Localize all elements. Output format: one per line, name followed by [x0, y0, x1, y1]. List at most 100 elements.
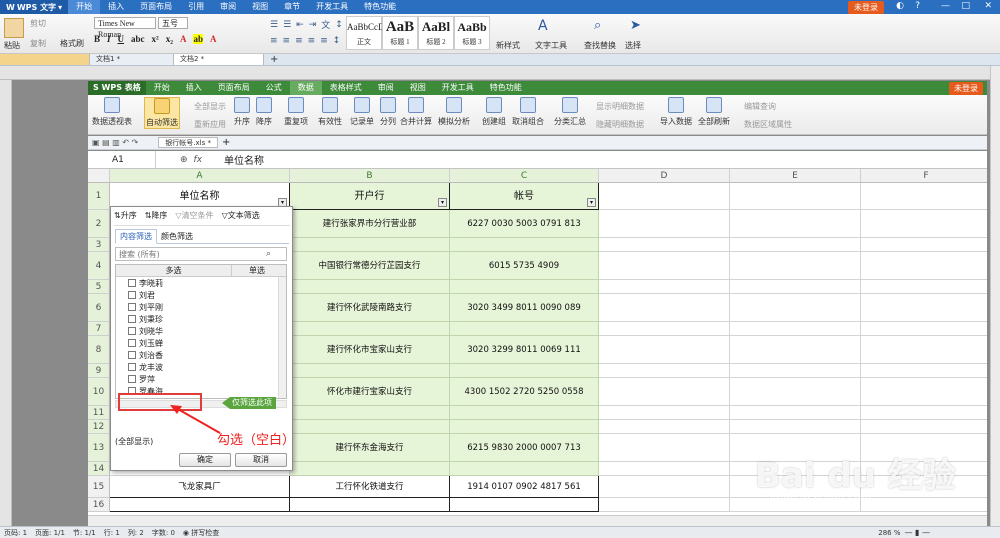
new-style-button[interactable]: 新样式	[496, 40, 520, 51]
column-header-b[interactable]: B	[290, 169, 450, 183]
show-all-option[interactable]: (全部显示)	[115, 436, 153, 447]
et-menu-table-style[interactable]: 表格样式	[322, 81, 370, 95]
et-app-menu[interactable]: S WPS 表格	[88, 81, 146, 95]
format-painter-button[interactable]: 格式刷	[60, 38, 84, 49]
row-header[interactable]: 14	[88, 462, 110, 476]
row-header[interactable]: 15	[88, 476, 110, 498]
cell-empty[interactable]	[861, 183, 987, 210]
cell-empty[interactable]	[599, 280, 730, 294]
et-menu-view[interactable]: 视图	[402, 81, 434, 95]
writer-menu-developer[interactable]: 开发工具	[308, 0, 356, 14]
list-scrollbar[interactable]	[278, 277, 286, 398]
filter-cancel-button[interactable]: 取消	[235, 453, 287, 467]
cell-empty[interactable]	[861, 498, 987, 512]
cell-b7[interactable]	[290, 322, 450, 336]
et-menu-insert[interactable]: 插入	[178, 81, 210, 95]
cell-a16[interactable]	[110, 498, 290, 512]
cell-empty[interactable]	[599, 322, 730, 336]
font-color-icon[interactable]: A	[180, 34, 187, 44]
cell-empty[interactable]	[599, 364, 730, 378]
reapply-button[interactable]: 重新应用	[194, 119, 226, 130]
indent-increase-icon[interactable]: ⇥	[309, 20, 317, 30]
style-heading-2[interactable]: AaBl 标题 2	[418, 16, 454, 50]
cell-empty[interactable]	[861, 364, 987, 378]
cell-empty[interactable]	[730, 183, 861, 210]
et-menu-features[interactable]: 特色功能	[482, 81, 530, 95]
vertical-scrollbar[interactable]	[990, 66, 1000, 526]
cell-empty[interactable]	[599, 336, 730, 364]
cell-empty[interactable]	[730, 294, 861, 322]
checkbox-icon[interactable]	[128, 315, 136, 323]
status-words[interactable]: 字数: 0	[152, 528, 175, 538]
checkbox-icon[interactable]	[128, 303, 136, 311]
cell-empty[interactable]	[861, 238, 987, 252]
cell-empty[interactable]	[861, 420, 987, 434]
cell-empty[interactable]	[599, 252, 730, 280]
cell-b5[interactable]	[290, 280, 450, 294]
writer-menu-view[interactable]: 视图	[244, 0, 276, 14]
cell-c1[interactable]: 帐号 ▾	[450, 183, 599, 210]
import-data-button[interactable]: 导入数据	[660, 97, 692, 127]
column-header-a[interactable]: A	[110, 169, 290, 183]
cell-b9[interactable]	[290, 364, 450, 378]
cell-a15[interactable]: 飞龙家具厂	[110, 476, 290, 498]
filter-item[interactable]: 刘玉蝉	[116, 337, 286, 349]
row-header[interactable]: 1	[88, 183, 110, 210]
filter-dropdown-icon[interactable]: ▾	[438, 198, 447, 207]
horizontal-scrollbar[interactable]	[88, 515, 987, 526]
checkbox-icon[interactable]	[128, 375, 136, 383]
filter-item[interactable]: 刘秉珍	[116, 313, 286, 325]
writer-menu-layout[interactable]: 页面布局	[132, 0, 180, 14]
cell-c16[interactable]	[450, 498, 599, 512]
clear-condition-button[interactable]: ▽清空条件	[175, 210, 213, 221]
cell-empty[interactable]	[730, 280, 861, 294]
et-menu-review[interactable]: 审阅	[370, 81, 402, 95]
cell-c3[interactable]	[450, 238, 599, 252]
cell-empty[interactable]	[861, 406, 987, 420]
line-spacing-icon[interactable]: ↕	[333, 36, 341, 46]
cell-empty[interactable]	[861, 378, 987, 406]
font-name-select[interactable]: Times New Roman	[94, 17, 156, 39]
cell-empty[interactable]	[599, 462, 730, 476]
distribute-icon[interactable]: ≡	[320, 36, 328, 46]
cell-empty[interactable]	[599, 434, 730, 462]
range-properties-button[interactable]: 数据区域属性	[744, 119, 792, 130]
writer-login-button[interactable]: 未登录	[848, 1, 884, 14]
cell-c13[interactable]: 6215 9830 2000 0007 713	[450, 434, 599, 462]
highlight-icon[interactable]: ab	[193, 34, 203, 44]
align-center-icon[interactable]: ≡	[283, 36, 291, 46]
et-menu-formula[interactable]: 公式	[258, 81, 290, 95]
row-header[interactable]: 8	[88, 336, 110, 364]
filter-sort-desc-button[interactable]: ⇅降序	[145, 210, 168, 221]
cell-b12[interactable]	[290, 420, 450, 434]
col-multi-select[interactable]: 多选	[116, 265, 232, 276]
checkbox-icon[interactable]	[128, 339, 136, 347]
edit-query-button[interactable]: 编辑查询	[744, 101, 776, 112]
cell-b6[interactable]: 建行怀化武陵南路支行	[290, 294, 450, 322]
filter-dropdown-icon[interactable]: ▾	[587, 198, 596, 207]
cell-b16[interactable]	[290, 498, 450, 512]
checkbox-icon[interactable]	[128, 291, 136, 299]
ungroup-button[interactable]: 取消组合	[512, 97, 544, 127]
cell-c14[interactable]	[450, 462, 599, 476]
underline-icon[interactable]: U	[118, 34, 125, 44]
record-form-button[interactable]: 记录单	[350, 97, 374, 127]
et-menu-home[interactable]: 开始	[146, 81, 178, 95]
validity-button[interactable]: 有效性	[318, 97, 342, 127]
consolidate-button[interactable]: 合并计算	[400, 97, 432, 127]
duplicates-button[interactable]: 重复项	[284, 97, 308, 127]
cell-empty[interactable]	[730, 336, 861, 364]
cell-c15[interactable]: 1914 0107 0902 4817 561	[450, 476, 599, 498]
row-header[interactable]: 6	[88, 294, 110, 322]
row-header[interactable]: 13	[88, 434, 110, 462]
cell-empty[interactable]	[861, 322, 987, 336]
filter-item[interactable]: 刘治香	[116, 349, 286, 361]
filter-item[interactable]: 龙丰波	[116, 361, 286, 373]
cell-empty[interactable]	[730, 322, 861, 336]
row-header[interactable]: 4	[88, 252, 110, 280]
bold-icon[interactable]: B	[94, 34, 100, 44]
spell-check-button[interactable]: ◉ 拼写检查	[183, 528, 219, 538]
indent-decrease-icon[interactable]: ⇤	[296, 20, 304, 30]
cell-b10[interactable]: 怀化市建行宝家山支行	[290, 378, 450, 406]
cell-b14[interactable]	[290, 462, 450, 476]
